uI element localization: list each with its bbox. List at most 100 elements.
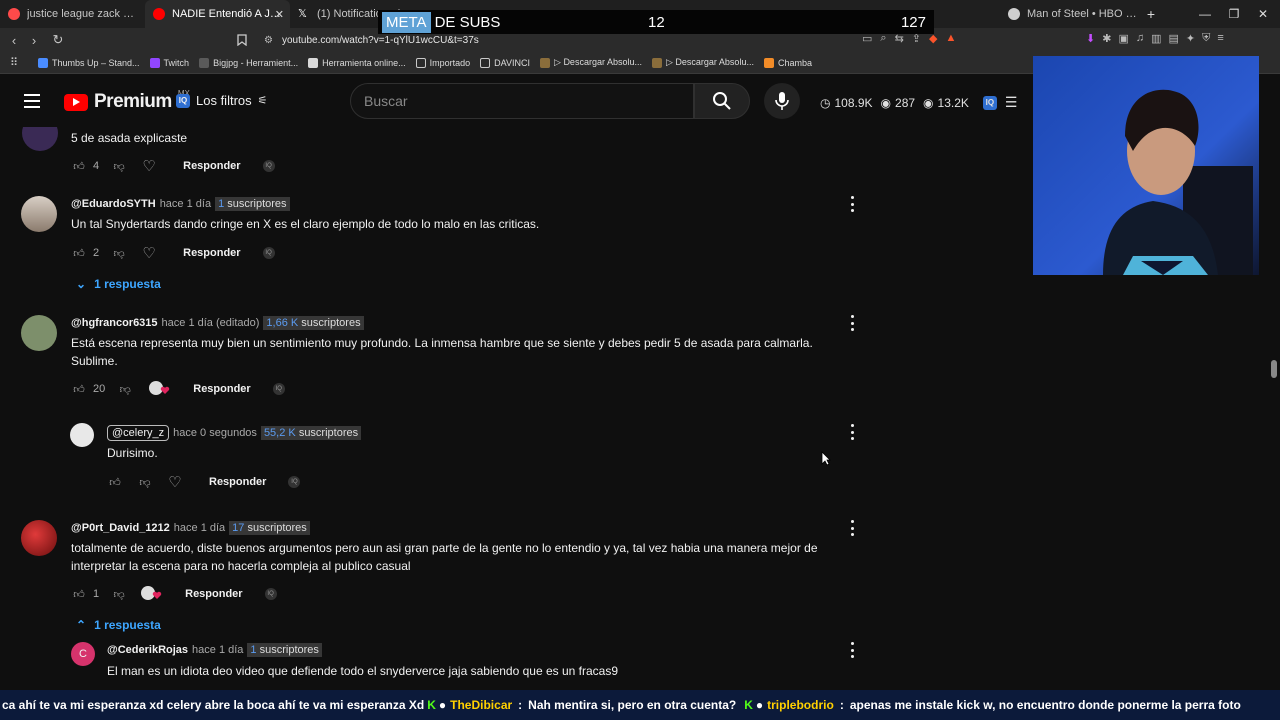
voice-search-button[interactable] <box>764 83 800 119</box>
thumbs-up-icon[interactable]: 👍︎ <box>71 245 87 261</box>
new-tab-button[interactable]: + <box>1136 0 1166 28</box>
vpn-icon[interactable]: ⛨ <box>1202 32 1210 45</box>
avatar[interactable] <box>70 423 94 447</box>
iq-icon[interactable]: IQ <box>264 588 277 600</box>
iq-icon[interactable]: IQ <box>272 383 285 395</box>
menu-icon[interactable] <box>24 94 40 108</box>
avatar[interactable] <box>21 520 57 556</box>
heart-icon[interactable]: ♡ <box>141 245 157 262</box>
filters-button[interactable]: IQ Los filtros ⚟ <box>176 93 268 108</box>
wallet-extension-icon[interactable]: ▤ <box>1169 32 1179 45</box>
extensions-icon[interactable]: ✱ <box>1102 32 1111 45</box>
thumbs-up-icon[interactable]: 👍︎ <box>71 158 87 174</box>
iq-icon[interactable]: IQ <box>288 476 301 488</box>
creator-heart-icon[interactable] <box>139 586 163 602</box>
scrollbar-track[interactable] <box>1268 77 1280 690</box>
reply-button[interactable]: Responder <box>183 247 240 259</box>
avatar[interactable]: C <box>71 642 95 666</box>
music-icon[interactable]: ♫ <box>1136 32 1144 45</box>
comment-time: hace 1 día <box>159 198 212 210</box>
comment-text: Un tal Snydertards dando cringe en X es … <box>71 217 540 231</box>
more-options-icon[interactable] <box>850 642 854 658</box>
bookmark-item[interactable]: ▷ Descargar Absolu... <box>651 57 754 68</box>
creator-heart-icon[interactable] <box>147 381 171 397</box>
comment-author[interactable]: @CederikRojas <box>107 644 188 656</box>
comment-time: hace 1 día <box>173 522 226 534</box>
reply-button[interactable]: Responder <box>185 588 242 600</box>
avatar[interactable] <box>22 127 58 151</box>
show-replies-button[interactable]: ⌄ 1 respuesta <box>76 277 161 291</box>
bookmark-item[interactable]: Herramienta online... <box>308 57 406 68</box>
comment-actions: 👍︎ 2 👎︎ ♡ Responder IQ <box>71 245 275 262</box>
scrollbar-thumb[interactable] <box>1271 360 1277 378</box>
minimize-icon[interactable]: — <box>1190 0 1220 28</box>
site-settings-icon[interactable]: ⚙ <box>264 35 273 46</box>
browser-tab-4[interactable]: Man of Steel • HBO Max <box>1000 0 1145 28</box>
bookmark-item[interactable]: Twitch <box>149 57 189 68</box>
iq-icon[interactable]: IQ <box>982 95 997 110</box>
thumbs-down-icon[interactable]: 👎︎ <box>117 381 133 397</box>
bookmark-item[interactable]: Chamba <box>763 57 812 68</box>
tab-title: NADIE Entendió A Jonatha <box>172 8 282 20</box>
browser-tab-1[interactable]: justice league zack snyder - Br <box>0 0 145 28</box>
comment-author[interactable]: @EduardoSYTH <box>71 198 156 210</box>
more-options-icon[interactable] <box>850 424 854 440</box>
subscriber-label: suscriptores <box>247 522 307 534</box>
heart-icon[interactable]: ♡ <box>167 474 183 491</box>
x-icon: 𝕏 <box>298 8 307 20</box>
restore-icon[interactable]: ❐ <box>1219 0 1249 28</box>
stat-value: 108.9K <box>834 95 873 110</box>
reply-button[interactable]: Responder <box>193 383 250 395</box>
subscriber-count: 1,66 K <box>266 317 299 329</box>
search-button[interactable] <box>694 83 750 119</box>
menu-icon[interactable]: ≡ <box>1217 32 1223 45</box>
reply-button[interactable]: Responder <box>209 476 266 488</box>
bookmark-folder[interactable]: Importado <box>415 57 470 68</box>
bookmark-item[interactable]: Bigjpg - Herramient... <box>199 57 298 68</box>
goal-label: DE SUBS <box>434 13 501 31</box>
avatar[interactable] <box>21 196 57 232</box>
forward-icon[interactable]: › <box>24 30 44 50</box>
thumbs-up-icon[interactable]: 👍︎ <box>71 586 87 602</box>
reply-button[interactable]: Responder <box>183 160 240 172</box>
thumbs-down-icon[interactable]: 👎︎ <box>137 474 153 490</box>
comment-author[interactable]: @P0rt_David_1212 <box>71 522 170 534</box>
bookmark-item[interactable]: Thumbs Up – Stand... <box>38 57 140 68</box>
thumbs-down-icon[interactable]: 👎︎ <box>111 158 127 174</box>
chat-badge-icon: ● <box>755 698 764 712</box>
youtube-logo[interactable]: Premium MX <box>64 89 190 113</box>
download-extension-icon[interactable]: ⬇ <box>1086 32 1095 45</box>
wallet-icon[interactable]: ▣ <box>1118 32 1128 45</box>
stat-value: 287 <box>895 95 916 110</box>
back-icon[interactable]: ‹ <box>4 30 24 50</box>
thumbs-down-icon[interactable]: 👎︎ <box>111 245 127 261</box>
reload-icon[interactable]: ↻ <box>48 30 68 50</box>
search-input[interactable]: Buscar <box>350 83 694 119</box>
heart-icon[interactable]: ♡ <box>141 158 157 175</box>
comment-author[interactable]: @hgfrancor6315 <box>71 317 158 329</box>
more-options-icon[interactable] <box>850 196 854 212</box>
comment-author[interactable]: @celery_z <box>107 425 170 441</box>
close-icon[interactable]: ✕ <box>275 8 284 21</box>
more-options-icon[interactable] <box>850 520 854 536</box>
search-placeholder: Buscar <box>364 93 408 109</box>
bookmark-item[interactable]: ▷ Descargar Absolu... <box>540 57 642 68</box>
bookmark-icon[interactable] <box>232 30 252 50</box>
sidebar-icon[interactable]: ▥ <box>1151 32 1161 45</box>
brave-rewards-icon[interactable]: ▲ <box>945 32 956 45</box>
thumbs-down-icon[interactable]: 👎︎ <box>111 586 127 602</box>
more-options-icon[interactable] <box>850 315 854 331</box>
apps-icon[interactable]: ⠿ <box>4 53 24 73</box>
browser-tab-2[interactable]: NADIE Entendió A Jonatha ✕ <box>145 0 290 28</box>
iq-icon[interactable]: IQ <box>262 160 275 172</box>
ai-icon[interactable]: ✦ <box>1186 32 1195 45</box>
hide-replies-button[interactable]: ⌃ 1 respuesta <box>76 618 161 632</box>
subscriber-label: suscriptores <box>301 317 361 329</box>
iq-icon[interactable]: IQ <box>262 247 275 259</box>
close-window-icon[interactable]: ✕ <box>1248 0 1278 28</box>
list-icon[interactable]: ☰ <box>1005 94 1018 111</box>
thumbs-up-icon[interactable]: 👍︎ <box>107 474 123 490</box>
bookmark-folder[interactable]: DAVINCI <box>480 57 530 68</box>
thumbs-up-icon[interactable]: 👍︎ <box>71 381 87 397</box>
avatar[interactable] <box>21 315 57 351</box>
